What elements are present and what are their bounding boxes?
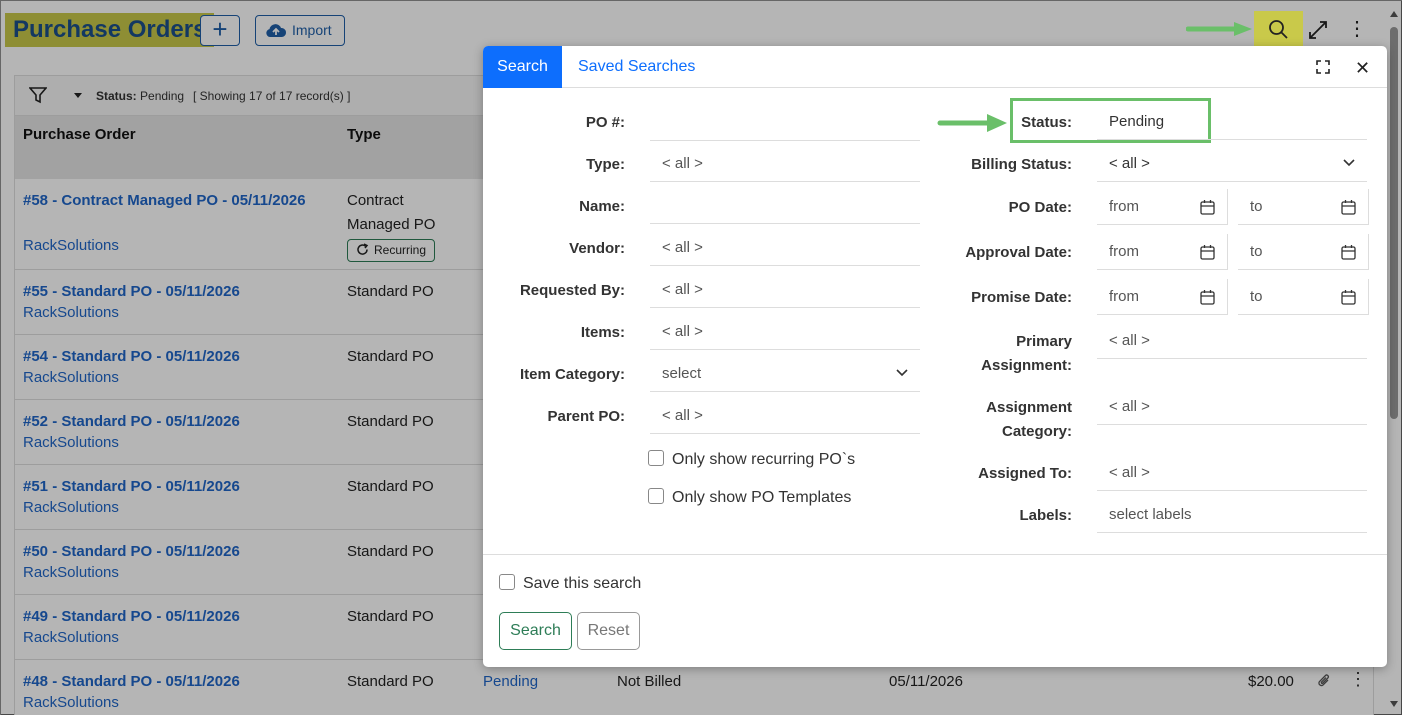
vendor-select[interactable]: < all > xyxy=(650,230,920,266)
assignment-category-label: Assignment Category: xyxy=(923,396,1072,444)
assignment-category-label-line2: Category: xyxy=(1001,423,1072,440)
item-category-value: select xyxy=(662,365,702,382)
items-label: Items: xyxy=(580,324,625,341)
search-modal: Search Saved Searches ✕ PO #: Type: < al… xyxy=(483,46,1387,667)
requested-by-label: Requested By: xyxy=(519,282,625,299)
templates-checkbox[interactable]: Only show PO Templates xyxy=(648,488,851,508)
app-page: Purchase Orders + Import Status: Pending… xyxy=(1,1,1402,715)
primary-assignment-label-line2: Assignment: xyxy=(981,357,1072,374)
modal-tabs: Search Saved Searches ✕ xyxy=(483,46,1387,88)
save-search-checkbox[interactable]: Save this search xyxy=(499,574,641,594)
checkbox-box[interactable] xyxy=(499,574,515,590)
fullscreen-icon[interactable] xyxy=(1316,60,1330,74)
po-date-to-placeholder: to xyxy=(1250,198,1263,215)
calendar-icon[interactable] xyxy=(1341,244,1356,260)
type-select[interactable]: < all > xyxy=(650,146,920,182)
primary-assignment-label: Primary Assignment: xyxy=(923,330,1072,378)
billing-status-label: Billing Status: xyxy=(971,156,1072,173)
tab-search[interactable]: Search xyxy=(483,46,562,88)
modal-footer-divider xyxy=(483,554,1387,555)
item-category-select[interactable]: select xyxy=(650,356,920,392)
approval-date-to[interactable]: to xyxy=(1238,234,1369,270)
assignment-category-label-line1: Assignment xyxy=(986,399,1072,416)
chevron-down-icon xyxy=(1343,159,1355,167)
billing-status-select[interactable]: < all > xyxy=(1097,146,1367,182)
templates-checkbox-label: Only show PO Templates xyxy=(672,489,852,506)
approval-date-to-placeholder: to xyxy=(1250,243,1263,260)
labels-select[interactable]: select labels xyxy=(1097,497,1367,533)
checkbox-box[interactable] xyxy=(648,450,664,466)
search-icon xyxy=(1269,20,1288,39)
recurring-checkbox-label: Only show recurring PO`s xyxy=(672,451,856,468)
primary-assignment-label-line1: Primary xyxy=(1016,333,1072,350)
promise-date-label: Promise Date: xyxy=(971,289,1072,306)
reset-button[interactable]: Reset xyxy=(577,612,640,650)
calendar-icon[interactable] xyxy=(1200,289,1215,305)
calendar-icon[interactable] xyxy=(1341,289,1356,305)
approval-date-from-placeholder: from xyxy=(1109,243,1139,260)
name-label: Name: xyxy=(579,198,625,215)
promise-date-from-placeholder: from xyxy=(1109,288,1139,305)
assignment-category-select[interactable]: < all > xyxy=(1097,389,1367,425)
promise-date-from[interactable]: from xyxy=(1097,279,1228,315)
save-search-label: Save this search xyxy=(523,575,642,592)
calendar-icon[interactable] xyxy=(1200,244,1215,260)
parent-po-label: Parent PO: xyxy=(547,408,625,425)
promise-date-to[interactable]: to xyxy=(1238,279,1369,315)
name-input[interactable] xyxy=(650,188,920,224)
assigned-to-select[interactable]: < all > xyxy=(1097,455,1367,491)
po-date-from-placeholder: from xyxy=(1109,198,1139,215)
tab-saved-searches[interactable]: Saved Searches xyxy=(578,46,695,88)
items-select[interactable]: < all > xyxy=(650,314,920,350)
type-label: Type: xyxy=(586,156,625,173)
po-date-from[interactable]: from xyxy=(1097,189,1228,225)
labels-label: Labels: xyxy=(1019,507,1072,524)
calendar-icon[interactable] xyxy=(1341,199,1356,215)
requested-by-select[interactable]: < all > xyxy=(650,272,920,308)
vendor-label: Vendor: xyxy=(569,240,625,257)
po-date-to[interactable]: to xyxy=(1238,189,1369,225)
promise-date-to-placeholder: to xyxy=(1250,288,1263,305)
item-category-label: Item Category: xyxy=(519,366,625,383)
billing-status-value: < all > xyxy=(1109,155,1150,172)
po-number-label: PO #: xyxy=(585,114,625,131)
approval-date-from[interactable]: from xyxy=(1097,234,1228,270)
recurring-checkbox[interactable]: Only show recurring PO`s xyxy=(648,450,855,470)
po-date-label: PO Date: xyxy=(1008,199,1072,216)
search-button[interactable] xyxy=(1254,11,1303,47)
search-submit-button[interactable]: Search xyxy=(499,612,572,650)
status-select[interactable]: Pending xyxy=(1097,104,1367,140)
assigned-to-label: Assigned To: xyxy=(978,465,1072,482)
parent-po-select[interactable]: < all > xyxy=(650,398,920,434)
arrow-annotation xyxy=(1186,22,1252,36)
primary-assignment-select[interactable]: < all > xyxy=(1097,323,1367,359)
close-icon[interactable]: ✕ xyxy=(1355,58,1370,79)
calendar-icon[interactable] xyxy=(1200,199,1215,215)
chevron-down-icon xyxy=(896,369,908,377)
approval-date-label: Approval Date: xyxy=(965,244,1072,261)
po-number-input[interactable] xyxy=(650,105,920,141)
checkbox-box[interactable] xyxy=(648,488,664,504)
status-label: Status: xyxy=(1021,114,1072,131)
